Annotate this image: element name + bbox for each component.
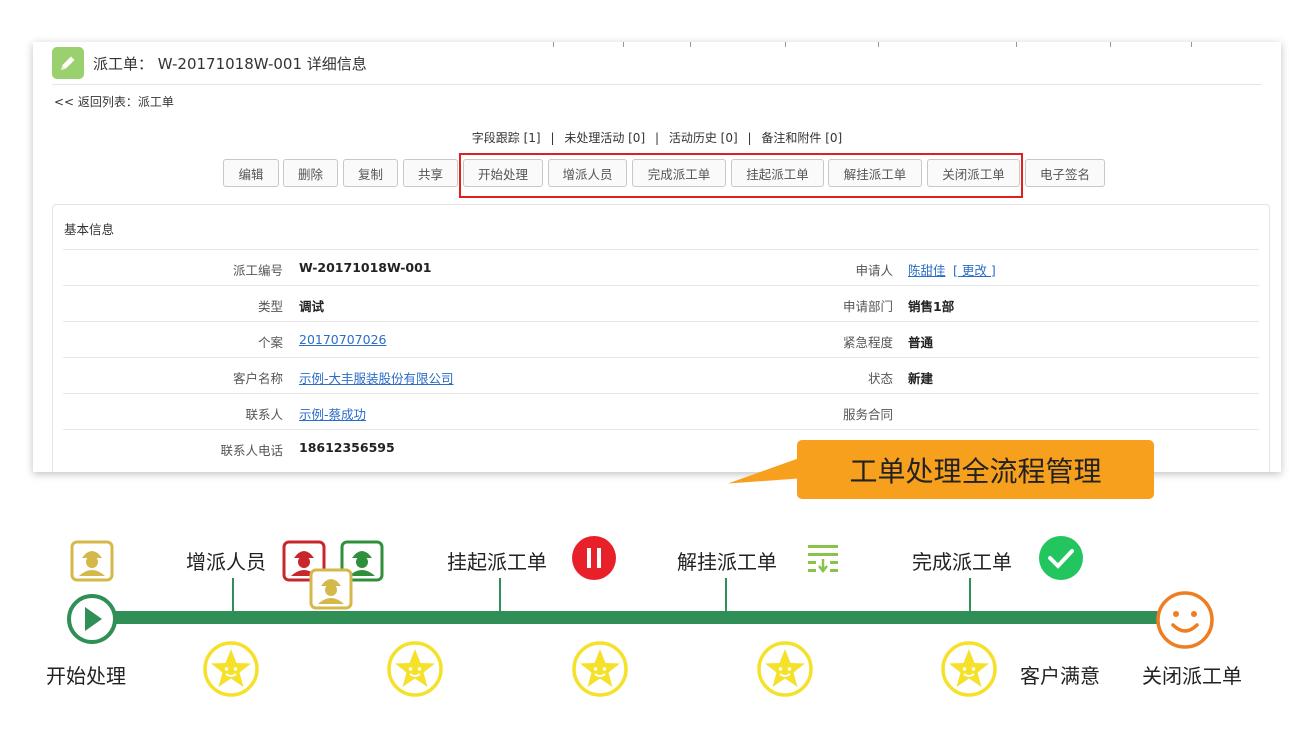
change-owner-link[interactable]: [ 更改 ] (953, 260, 996, 279)
process-timeline (100, 611, 1160, 624)
field-label: 紧急程度 (842, 335, 893, 350)
timeline-label-satisfaction: 客户满意 (1020, 664, 1100, 688)
field-label: 联系人 (245, 407, 283, 422)
highlight-box (459, 153, 1023, 198)
field-value: 18612356595 (299, 440, 395, 455)
timeline-label-resume: 解挂派工单 (677, 550, 777, 574)
field-label: 申请部门 (842, 299, 893, 314)
field-label: 状态 (867, 371, 893, 386)
timeline-label-close: 关闭派工单 (1142, 664, 1242, 688)
star-icon (203, 641, 259, 697)
timeline-tick (969, 578, 971, 612)
open-activities-link[interactable]: 未处理活动 [0] (564, 131, 645, 145)
contact-link[interactable]: 示例-蔡成功 (299, 404, 366, 423)
activity-history-link[interactable]: 活动历史 [0] (669, 131, 738, 145)
applicant-link[interactable]: 陈甜佳 (908, 260, 946, 279)
copy-button[interactable]: 复制 (343, 159, 398, 187)
field-tracking-link[interactable]: 字段跟踪 [1] (472, 131, 541, 145)
info-row: 联系人 示例-蔡成功 服务合同 (63, 393, 1259, 430)
check-icon (1039, 536, 1083, 580)
star-icon (757, 641, 813, 697)
related-sep: | (654, 131, 660, 145)
smiley-icon (1156, 591, 1214, 649)
field-label: 联系人电话 (220, 443, 283, 458)
header-divider (52, 84, 1262, 85)
page-title: 派工单： W-20171018W-001 详细信息 (93, 54, 367, 73)
star-icon (941, 641, 997, 697)
callout-banner: 工单处理全流程管理 (797, 440, 1154, 499)
timeline-label-suspend: 挂起派工单 (447, 550, 547, 574)
esign-button[interactable]: 电子签名 (1025, 159, 1105, 187)
record-detail-card: 派工单： W-20171018W-001 详细信息 << 返回列表：派工单 字段… (33, 42, 1281, 472)
edit-button[interactable]: 编辑 (223, 159, 279, 187)
basic-info-panel: 基本信息 派工编号 W-20171018W-001 申请人 陈甜佳 [ 更改 ]… (52, 204, 1270, 472)
worker-icon (70, 540, 114, 582)
page-header: 派工单： W-20171018W-001 详细信息 (52, 47, 367, 79)
timeline-label-complete: 完成派工单 (912, 550, 1012, 574)
star-icon (572, 641, 628, 697)
field-label: 客户名称 (232, 371, 283, 386)
field-label: 服务合同 (842, 407, 893, 422)
timeline-tick (725, 578, 727, 612)
field-label: 申请人 (855, 263, 893, 278)
info-row: 客户名称 示例-大丰服装股份有限公司 状态 新建 (63, 357, 1259, 394)
back-to-list-link[interactable]: << 返回列表：派工单 (54, 93, 174, 110)
field-value: 调试 (299, 299, 325, 314)
customer-link[interactable]: 示例-大丰服装股份有限公司 (299, 368, 454, 387)
related-links: 字段跟踪 [1] | 未处理活动 [0] | 活动历史 [0] | 备注和附件 … (33, 129, 1281, 146)
field-label: 派工编号 (232, 263, 283, 278)
pause-icon (572, 536, 616, 580)
info-row: 类型 调试 申请部门 销售1部 (63, 285, 1259, 322)
info-row: 派工编号 W-20171018W-001 申请人 陈甜佳 [ 更改 ] (63, 249, 1259, 286)
field-value: 新建 (908, 371, 934, 386)
delete-button[interactable]: 删除 (283, 159, 338, 187)
notes-attachments-link[interactable]: 备注和附件 [0] (761, 131, 842, 145)
share-button[interactable]: 共享 (403, 159, 458, 187)
field-value: 销售1部 (908, 299, 955, 314)
worker-icon (309, 568, 353, 610)
field-value: 普通 (908, 335, 934, 350)
field-label: 类型 (257, 299, 283, 314)
timeline-label-add-staff: 增派人员 (186, 550, 266, 574)
related-sep: | (747, 131, 752, 145)
section-title: 基本信息 (64, 222, 115, 237)
field-label: 个案 (257, 335, 283, 350)
case-link[interactable]: 20170707026 (299, 332, 386, 347)
play-icon (67, 594, 117, 644)
pencil-icon (52, 47, 84, 79)
star-icon (387, 641, 443, 697)
timeline-label-start: 开始处理 (46, 664, 126, 688)
field-value: W-20171018W-001 (299, 260, 432, 275)
related-sep: | (550, 131, 555, 145)
timeline-tick (232, 578, 234, 612)
timeline-tick (499, 578, 501, 612)
info-row: 个案 20170707026 紧急程度 普通 (63, 321, 1259, 358)
resume-list-icon (808, 545, 838, 574)
